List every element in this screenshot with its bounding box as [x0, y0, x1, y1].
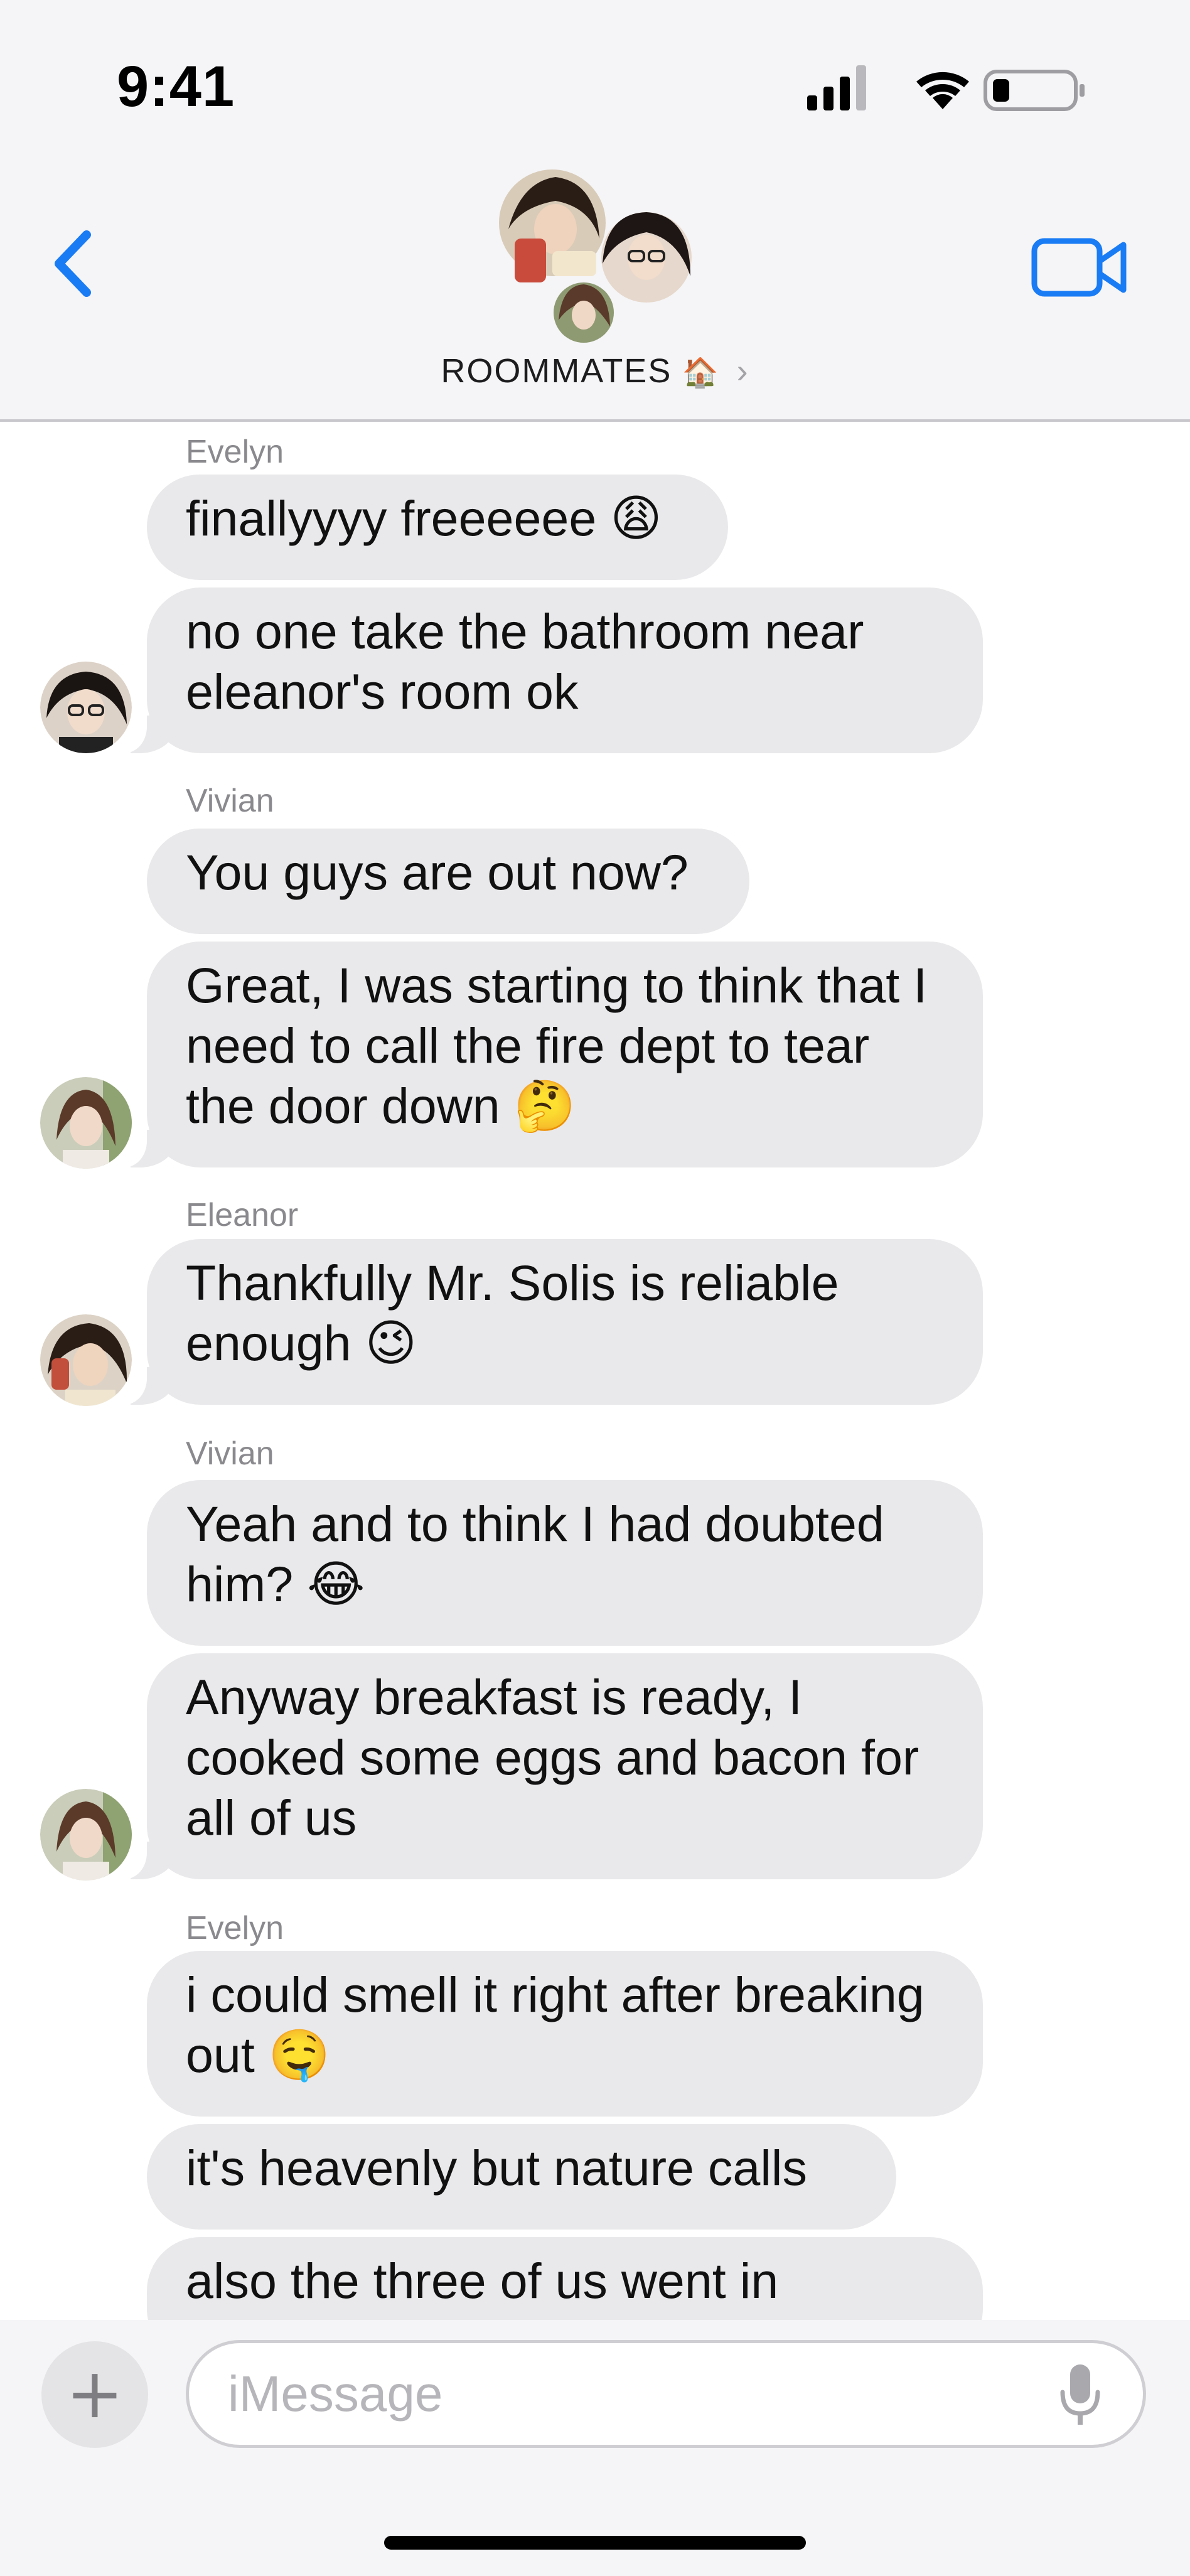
avatar-vivian: [554, 282, 614, 343]
message-bubble[interactable]: it's heavenly but nature calls: [147, 2124, 896, 2230]
house-emoji: 🏠: [682, 355, 720, 389]
sender-avatar-eleanor[interactable]: [40, 1314, 132, 1406]
sender-label: Eleanor: [186, 1197, 299, 1233]
group-name: ROOMMATES: [441, 352, 672, 390]
microphone-icon[interactable]: [1055, 2361, 1105, 2430]
sender-label: Evelyn: [186, 1910, 284, 1946]
sender-label: Evelyn: [186, 434, 284, 470]
sender-label: Vivian: [186, 1436, 274, 1472]
conversation-header: 9:41 ROOMMATES 🏠 ›: [0, 0, 1190, 422]
wifi-icon: [916, 72, 969, 109]
video-camera-icon[interactable]: [1029, 232, 1130, 301]
avatar-eleanor: [499, 169, 606, 282]
home-indicator[interactable]: [384, 2536, 806, 2550]
message-bubble[interactable]: You guys are out now?: [147, 829, 749, 934]
sender-avatar-vivian[interactable]: [40, 1077, 132, 1169]
message-bubble[interactable]: no one take the bathroom near eleanor's …: [114, 588, 983, 753]
message-bubble[interactable]: Yeah and to think I had doubted him? 😂: [147, 1480, 983, 1646]
message-bubble[interactable]: finallyyyy freeeeee 😩: [147, 475, 728, 580]
sender-avatar-evelyn[interactable]: [40, 662, 132, 753]
avatar-evelyn: [601, 212, 692, 303]
status-time: 9:41: [117, 55, 235, 119]
plus-icon: +: [65, 2353, 124, 2434]
cellular-signal-icon: [807, 65, 866, 110]
add-attachment-button[interactable]: +: [41, 2341, 148, 2448]
group-name-button[interactable]: ROOMMATES 🏠 ›: [0, 352, 1190, 390]
message-field[interactable]: [186, 2340, 1146, 2448]
message-bubble[interactable]: Anyway breakfast is ready, I cooked some…: [114, 1653, 983, 1879]
sender-label: Vivian: [186, 783, 274, 819]
message-bubble[interactable]: Great, I was starting to think that I ne…: [114, 942, 983, 1167]
group-avatar-cluster[interactable]: [496, 169, 703, 345]
back-chevron-icon[interactable]: [44, 226, 107, 301]
battery-icon: [984, 70, 1085, 111]
chevron-right-icon: ›: [736, 352, 749, 390]
sender-avatar-vivian[interactable]: [40, 1789, 132, 1881]
message-input[interactable]: [227, 2362, 1032, 2426]
message-bubble[interactable]: Thankfully Mr. Solis is reliable enough …: [114, 1239, 983, 1405]
message-bubble[interactable]: i could smell it right after breaking ou…: [147, 1951, 983, 2117]
status-icons: [807, 65, 1085, 111]
